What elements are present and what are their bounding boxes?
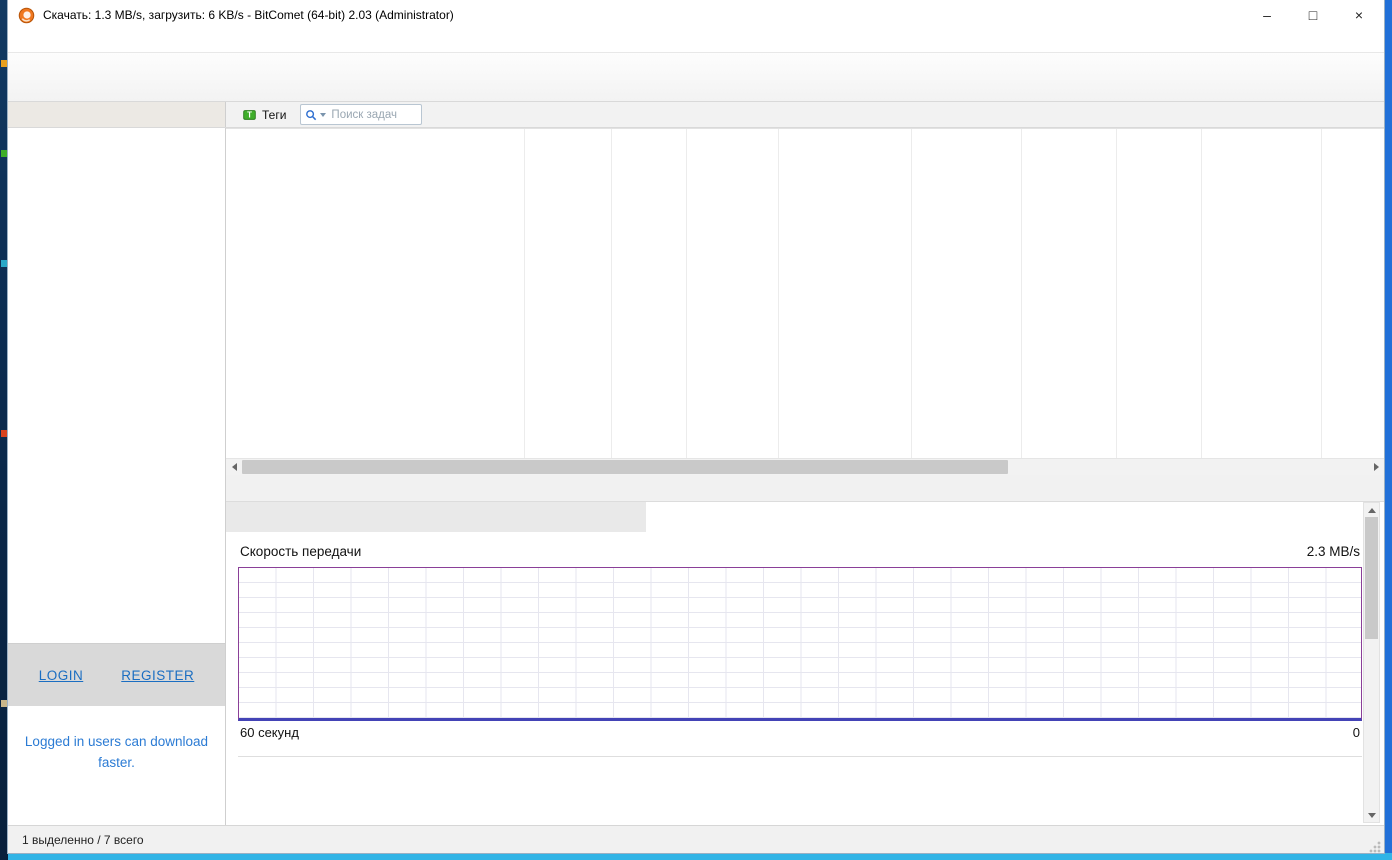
quick-filter-bar: [226, 102, 234, 127]
speed-chart: [238, 567, 1362, 721]
desktop-icon-fragment: [1, 430, 7, 437]
scroll-left-arrow[interactable]: [226, 459, 242, 475]
login-link[interactable]: LOGIN: [39, 668, 84, 683]
vertical-scroll-thumb[interactable]: [1365, 517, 1378, 640]
tags-button[interactable]: T Теги: [234, 102, 294, 127]
category-tree: [8, 128, 225, 644]
task-table: [226, 128, 1384, 458]
register-link[interactable]: REGISTER: [121, 668, 194, 683]
login-note: Logged in users can download faster.: [8, 706, 225, 825]
table-header: [226, 128, 1384, 129]
toolbar: [8, 52, 1384, 102]
taskbar-strip: [8, 853, 1392, 860]
login-panel: LOGIN REGISTER: [8, 644, 225, 706]
desktop-icon-fragment: [1, 150, 7, 157]
horizontal-scroll-track[interactable]: [242, 459, 1368, 475]
bitcomet-logo-icon: [18, 7, 35, 24]
horizontal-scroll-thumb[interactable]: [242, 460, 1008, 474]
search-input[interactable]: [329, 107, 418, 122]
detail-tabs: [226, 475, 1384, 502]
search-dropdown-caret[interactable]: [320, 112, 327, 117]
minimize-button[interactable]: –: [1244, 0, 1290, 30]
vertical-scroll-track[interactable]: [1364, 517, 1379, 808]
window-controls: – □ ×: [1244, 0, 1384, 30]
scroll-up-arrow[interactable]: [1367, 503, 1376, 517]
tags-button-label: Теги: [262, 107, 287, 122]
desktop-edge-left: [0, 0, 8, 860]
chart-x-left-label: 60 секунд: [240, 725, 299, 740]
chart-title: Скорость передачи: [240, 544, 362, 559]
sidebar-tabs: [8, 102, 226, 127]
svg-text:T: T: [247, 111, 252, 120]
menubar: [8, 30, 1384, 52]
chart-max-value: 2.3 MB/s: [1306, 544, 1360, 559]
vertical-scrollbar[interactable]: [1363, 502, 1380, 823]
desktop-icon-fragment: [1, 260, 7, 267]
search-box: [300, 104, 423, 125]
secondary-toolbar: T Теги: [8, 102, 1384, 128]
search-icon: [305, 109, 317, 121]
close-button[interactable]: ×: [1336, 0, 1382, 30]
resize-grip[interactable]: [1369, 841, 1381, 853]
status-selection-count: 1 выделенно / 7 всего: [22, 832, 144, 847]
content-area: Скорость передачи 2.3 MB/s 60 секунд 0: [226, 128, 1384, 825]
graph-toolbar-buttons: [226, 502, 646, 532]
titlebar: Скачать: 1.3 MB/s, загрузить: 6 KB/s - B…: [8, 0, 1384, 30]
bitcomet-window: Скачать: 1.3 MB/s, загрузить: 6 KB/s - B…: [8, 0, 1384, 853]
desktop-icon-fragment: [1, 700, 7, 707]
graph-toolbar: [226, 502, 1384, 532]
scroll-right-arrow[interactable]: [1368, 459, 1384, 475]
horizontal-scrollbar[interactable]: [226, 458, 1384, 475]
chart-x-right-label: 0: [1352, 725, 1360, 740]
sidebar: LOGIN REGISTER Logged in users can downl…: [8, 128, 226, 825]
desktop-icon-fragment: [1, 60, 7, 67]
window-title: Скачать: 1.3 MB/s, загрузить: 6 KB/s - B…: [43, 8, 454, 22]
graph-panel: Скорость передачи 2.3 MB/s 60 секунд 0: [226, 532, 1384, 825]
statusbar: 1 выделенно / 7 всего: [8, 825, 1384, 853]
global-speed-stats: [238, 757, 1362, 767]
tag-icon: T: [242, 107, 257, 122]
maximize-button[interactable]: □: [1290, 0, 1336, 30]
scroll-down-arrow[interactable]: [1367, 808, 1376, 822]
